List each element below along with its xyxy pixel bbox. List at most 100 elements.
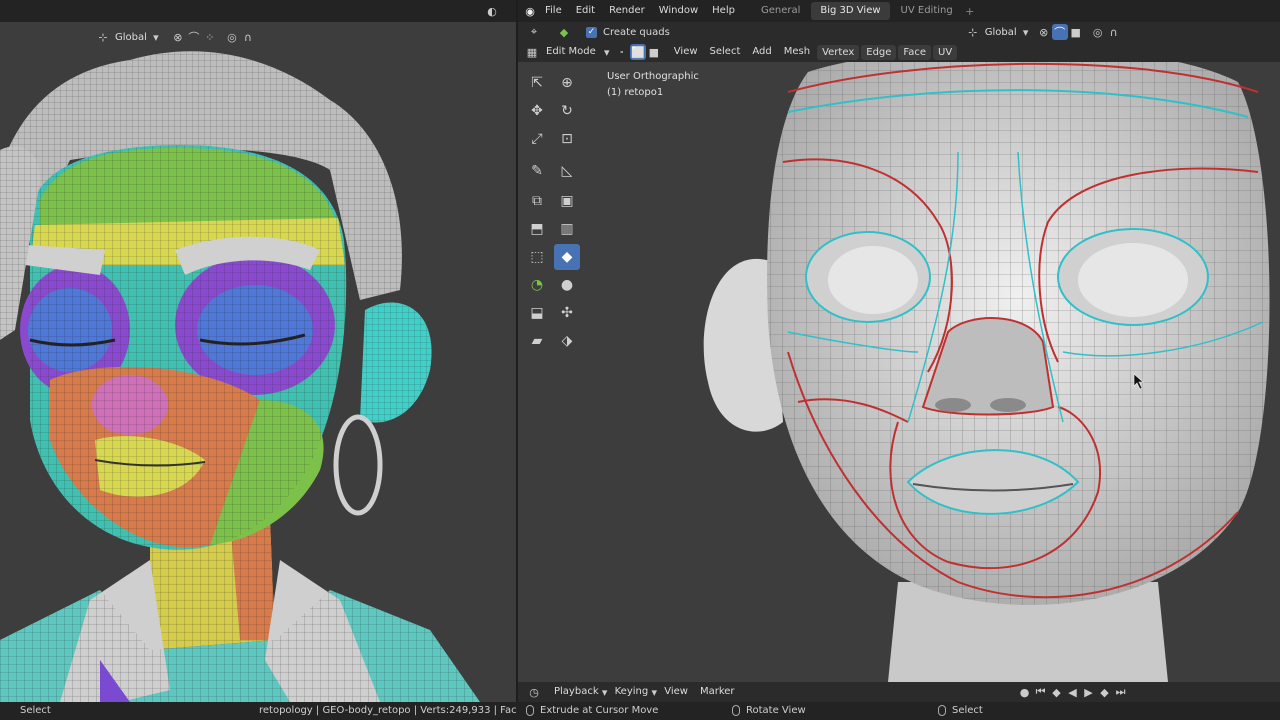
shrink-tool-icon[interactable]: ✣ <box>554 300 580 326</box>
falloff-icon[interactable]: ∩ <box>240 29 256 45</box>
tab-general[interactable]: General <box>752 2 809 20</box>
mouse-left-icon <box>526 704 534 716</box>
orientation-icon: ⊹ <box>98 30 108 44</box>
pivot-icon[interactable]: ⊗ <box>170 29 186 45</box>
rotate-tool-icon[interactable]: ↻ <box>554 98 580 124</box>
menu-edit[interactable]: Edit <box>569 0 602 22</box>
menu-add[interactable]: Add <box>746 42 777 62</box>
annotate-tool-icon[interactable]: ✎ <box>524 158 550 184</box>
viewport-header: ▦ Edit Mode ▾ ⬞ ⬜ ■ View Select Add Mesh… <box>518 42 1280 62</box>
menu-window[interactable]: Window <box>652 0 705 22</box>
loop-cut-tool-icon[interactable]: ▥ <box>554 216 580 242</box>
edge-slide-tool-icon[interactable]: ⬓ <box>524 300 550 326</box>
blender-logo-icon[interactable]: ◉ <box>522 3 538 19</box>
status-select-hint: Select <box>20 705 51 716</box>
menu-marker[interactable]: Marker <box>694 682 741 702</box>
area-divider[interactable] <box>516 0 518 702</box>
shear-tool-icon[interactable]: ▰ <box>524 328 550 354</box>
menu-keying[interactable]: Keying <box>609 682 655 702</box>
mouse-middle-icon <box>732 704 740 716</box>
add-workspace-icon[interactable]: + <box>962 3 978 19</box>
right-viewport[interactable] <box>518 22 1280 682</box>
transform-orientation-dropdown[interactable]: ⊹ Global ▾ <box>90 28 166 46</box>
chevron-down-icon: ▾ <box>1022 25 1029 39</box>
jump-end-icon[interactable]: ⏭ <box>1113 684 1129 700</box>
menu-render[interactable]: Render <box>602 0 652 22</box>
chevron-down-icon: ▾ <box>153 30 159 44</box>
face-select-icon[interactable]: ■ <box>646 44 662 60</box>
spin-tool-icon[interactable]: ◔ <box>524 272 550 298</box>
poly-build-tool-icon[interactable]: ◆ <box>554 244 580 270</box>
menu-help[interactable]: Help <box>705 0 742 22</box>
sculpt-character-render <box>0 51 480 702</box>
smooth-tool-icon[interactable]: ● <box>554 272 580 298</box>
prev-keyframe-icon[interactable]: ◆ <box>1049 684 1065 700</box>
vertex-select-icon[interactable]: ⬞ <box>614 44 630 60</box>
menu-edge[interactable]: Edge <box>861 44 897 60</box>
left-viewport[interactable] <box>0 0 516 702</box>
viewport-overlay-info: User Orthographic (1) retopo1 <box>607 69 699 101</box>
knife-tool-icon[interactable]: ⬚ <box>524 244 550 270</box>
orientation-icon: ⊹ <box>968 25 978 39</box>
timeline-editor-icon[interactable]: ◷ <box>526 684 542 700</box>
create-quads-label: Create quads <box>603 26 670 38</box>
edge-select-icon[interactable]: ⬜ <box>629 44 646 60</box>
menu-vertex[interactable]: Vertex <box>817 44 860 60</box>
proportional-edit-icon[interactable]: ◎ <box>224 29 240 45</box>
left-viewport-header: ⊹ Global ▾ ⊗ ⌒ ⁘ ◎ ∩ <box>0 24 516 50</box>
bevel-tool-icon[interactable]: ⬒ <box>524 216 550 242</box>
active-object-name: (1) retopo1 <box>607 87 664 98</box>
menu-playback[interactable]: Playback <box>548 682 605 702</box>
view-name: User Orthographic <box>607 71 699 82</box>
jump-start-icon[interactable]: ⏮ <box>1033 684 1049 700</box>
retopo-face-render <box>703 47 1270 682</box>
chevron-down-icon: ▾ <box>604 45 610 59</box>
inset-tool-icon[interactable]: ▣ <box>554 188 580 214</box>
measure-tool-icon[interactable]: ◺ <box>554 158 580 184</box>
menu-select[interactable]: Select <box>704 42 747 62</box>
left-top-bar: ◐ <box>0 0 516 22</box>
menu-view[interactable]: View <box>668 42 704 62</box>
proportional-edit-icon[interactable]: ◎ <box>1090 24 1106 40</box>
edit-mode-icon: ▦ <box>526 45 538 59</box>
next-keyframe-icon[interactable]: ◆ <box>1097 684 1113 700</box>
scene-statistics: retopology | GEO-body_retopo | Verts:249… <box>259 705 516 716</box>
tab-big-3d-view[interactable]: Big 3D View <box>811 2 890 20</box>
tab-uv-editing[interactable]: UV Editing <box>892 2 962 20</box>
menu-file[interactable]: File <box>538 0 569 22</box>
chevron-down-icon: ▾ <box>601 685 608 699</box>
extrude-tool-icon[interactable]: ⧉ <box>524 188 550 214</box>
play-reverse-icon[interactable]: ◀ <box>1065 684 1081 700</box>
status-select-right-hint: Select <box>938 702 983 720</box>
menu-face[interactable]: Face <box>898 44 932 60</box>
tool-settings-header: ⌖ ◆ ✓ Create quads ⊹ Global ▾ ⊗ ⌒ ■ ◎ ∩ <box>518 22 1280 42</box>
editor-type-icon[interactable]: ◐ <box>484 3 500 19</box>
snap-target-icon[interactable]: ⁘ <box>202 29 218 45</box>
play-icon[interactable]: ▶ <box>1081 684 1097 700</box>
snap-target-icon[interactable]: ■ <box>1068 24 1084 40</box>
cursor-tool-icon[interactable]: ⊕ <box>554 70 580 96</box>
snap-icon[interactable]: ⌒ <box>186 29 202 45</box>
mouse-right-icon <box>938 704 946 716</box>
transform-orientation-dropdown-right[interactable]: ⊹ Global ▾ <box>960 23 1036 41</box>
record-icon[interactable]: ● <box>1017 684 1033 700</box>
scale-tool-icon[interactable]: ⤢ <box>524 126 550 152</box>
falloff-icon[interactable]: ∩ <box>1106 24 1122 40</box>
select-box-tool-icon[interactable]: ⇱ <box>524 70 550 96</box>
timeline-header: ◷ Playback ▾ Keying ▾ View Marker ● ⏮ ◆ … <box>518 682 1280 702</box>
pivot-icon[interactable]: ⊗ <box>1036 24 1052 40</box>
top-bar: ◉ File Edit Render Window Help General B… <box>516 0 1280 22</box>
create-quads-checkbox[interactable]: ✓ <box>586 26 597 38</box>
menu-uv[interactable]: UV <box>933 44 958 60</box>
transform-tool-icon[interactable]: ⊡ <box>554 126 580 152</box>
mode-dropdown[interactable]: Edit Mode <box>540 42 602 62</box>
snap-icon[interactable]: ⌒ <box>1051 24 1068 40</box>
move-tool-icon[interactable]: ✥ <box>524 98 550 124</box>
chevron-down-icon: ▾ <box>651 685 657 699</box>
editor-type-icon[interactable]: ⌖ <box>526 24 542 40</box>
rip-tool-icon[interactable]: ⬗ <box>554 328 580 354</box>
menu-timeline-view[interactable]: View <box>658 682 694 702</box>
menu-mesh[interactable]: Mesh <box>778 42 816 62</box>
status-rotate-hint: Rotate View <box>732 702 806 720</box>
status-extrude-hint: Extrude at Cursor Move <box>526 702 658 720</box>
